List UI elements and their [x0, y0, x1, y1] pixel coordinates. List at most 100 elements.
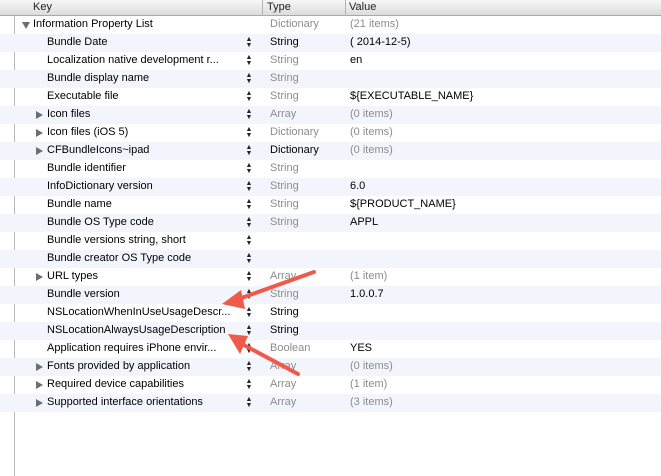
type-cell[interactable]: String	[270, 36, 299, 48]
disclosure-triangle-collapsed-icon[interactable]	[36, 381, 43, 389]
key-stepper-icon[interactable]: ▲ ▼	[245, 126, 253, 139]
key-cell[interactable]: CFBundleIcons~ipad	[47, 144, 149, 156]
table-row[interactable]: Bundle version ▲ ▼ String 1.0.0.7	[0, 286, 661, 304]
type-cell[interactable]: String	[270, 306, 299, 318]
type-cell[interactable]: Array	[270, 378, 296, 390]
table-row[interactable]: CFBundleIcons~ipad ▲ ▼ Dictionary (0 items)	[0, 142, 661, 160]
type-cell[interactable]: Boolean	[270, 342, 310, 354]
key-stepper-icon[interactable]: ▲ ▼	[245, 144, 253, 157]
key-stepper-icon[interactable]: ▲ ▼	[245, 162, 253, 175]
key-stepper-icon[interactable]: ▲ ▼	[245, 306, 253, 319]
key-stepper-icon[interactable]: ▲ ▼	[245, 216, 253, 229]
key-cell[interactable]: Bundle display name	[47, 72, 149, 84]
table-row[interactable]: Localization native development r... ▲ ▼ St…	[0, 52, 661, 70]
key-stepper-icon[interactable]: ▲ ▼	[245, 342, 253, 355]
table-row[interactable]: Bundle creator OS Type code ▲ ▼	[0, 250, 661, 268]
key-stepper-icon[interactable]: ▲ ▼	[245, 36, 253, 49]
key-stepper-icon[interactable]: ▲ ▼	[245, 396, 253, 409]
key-cell[interactable]: Bundle OS Type code	[47, 216, 154, 228]
column-divider[interactable]	[345, 0, 346, 16]
value-cell[interactable]: (0 items)	[350, 126, 393, 138]
table-row[interactable]: Fonts provided by application ▲ ▼ Array (0 i…	[0, 358, 661, 376]
key-cell[interactable]: Required device capabilities	[47, 378, 184, 390]
table-row[interactable]: InfoDictionary version ▲ ▼ String 6.0	[0, 178, 661, 196]
key-stepper-icon[interactable]: ▲ ▼	[245, 378, 253, 391]
table-row[interactable]: Icon files ▲ ▼ Array (0 items)	[0, 106, 661, 124]
table-row[interactable]: NSLocationWhenInUseUsageDescr... ▲ ▼ String	[0, 304, 661, 322]
key-cell[interactable]: Executable file	[47, 90, 119, 102]
key-cell[interactable]: Bundle versions string, short	[47, 234, 186, 246]
key-cell[interactable]: Localization native development r...	[47, 54, 219, 66]
type-cell[interactable]: Array	[270, 108, 296, 120]
value-cell[interactable]: en	[350, 54, 362, 66]
table-row[interactable]: URL types ▲ ▼ Array (1 item)	[0, 268, 661, 286]
key-cell[interactable]: Bundle creator OS Type code	[47, 252, 191, 264]
table-row[interactable]: Bundle Date ▲ ▼ String ( 2014-12-5)	[0, 34, 661, 52]
key-cell[interactable]: InfoDictionary version	[47, 180, 153, 192]
key-stepper-icon[interactable]: ▲ ▼	[245, 72, 253, 85]
type-cell[interactable]: Array	[270, 396, 296, 408]
key-stepper-icon[interactable]: ▲ ▼	[245, 324, 253, 337]
type-cell[interactable]: String	[270, 54, 299, 66]
table-row[interactable]: Executable file ▲ ▼ String ${EXECUTABLE_NAME…	[0, 88, 661, 106]
key-stepper-icon[interactable]: ▲ ▼	[245, 108, 253, 121]
key-cell[interactable]: Icon files (iOS 5)	[47, 126, 128, 138]
value-cell[interactable]: YES	[350, 342, 372, 354]
key-cell[interactable]: Application requires iPhone envir...	[47, 342, 216, 354]
table-row[interactable]: Bundle name ▲ ▼ String ${PRODUCT_NAME}	[0, 196, 661, 214]
table-row[interactable]: Bundle identifier ▲ ▼ String	[0, 160, 661, 178]
key-cell[interactable]: Information Property List	[33, 18, 153, 30]
value-cell[interactable]: (0 items)	[350, 108, 393, 120]
value-cell[interactable]: ${PRODUCT_NAME}	[350, 198, 456, 210]
key-cell[interactable]: Bundle identifier	[47, 162, 126, 174]
type-cell[interactable]: Dictionary	[270, 144, 319, 156]
type-cell[interactable]: String	[270, 72, 299, 84]
key-cell[interactable]: Bundle name	[47, 198, 112, 210]
value-cell[interactable]: ${EXECUTABLE_NAME}	[350, 90, 473, 102]
table-row[interactable]: NSLocationAlwaysUsageDescription ▲ ▼ String	[0, 322, 661, 340]
disclosure-triangle-collapsed-icon[interactable]	[36, 363, 43, 371]
key-stepper-icon[interactable]: ▲ ▼	[245, 234, 253, 247]
type-cell[interactable]: Dictionary	[270, 18, 319, 30]
type-cell[interactable]: String	[270, 162, 299, 174]
key-cell[interactable]: NSLocationAlwaysUsageDescription	[47, 324, 226, 336]
disclosure-triangle-collapsed-icon[interactable]	[36, 147, 43, 155]
key-cell[interactable]: Icon files	[47, 108, 90, 120]
type-cell[interactable]: Array	[270, 360, 296, 372]
value-cell[interactable]: (0 items)	[350, 360, 393, 372]
type-cell[interactable]: String	[270, 324, 299, 336]
table-row[interactable]: Application requires iPhone envir... ▲ ▼ Bo…	[0, 340, 661, 358]
key-stepper-icon[interactable]: ▲ ▼	[245, 270, 253, 283]
key-stepper-icon[interactable]: ▲ ▼	[245, 54, 253, 67]
value-cell[interactable]: (0 items)	[350, 144, 393, 156]
value-cell[interactable]: (1 item)	[350, 378, 387, 390]
key-cell[interactable]: Fonts provided by application	[47, 360, 190, 372]
table-row[interactable]: Information Property List Dictionary (21 i…	[0, 16, 661, 34]
value-cell[interactable]: APPL	[350, 216, 378, 228]
type-cell[interactable]: String	[270, 90, 299, 102]
table-row[interactable]: Bundle OS Type code ▲ ▼ String APPL	[0, 214, 661, 232]
key-cell[interactable]: Supported interface orientations	[47, 396, 203, 408]
value-cell[interactable]: 1.0.0.7	[350, 288, 384, 300]
disclosure-triangle-expanded-icon[interactable]	[22, 22, 30, 29]
key-stepper-icon[interactable]: ▲ ▼	[245, 288, 253, 301]
key-cell[interactable]: Bundle Date	[47, 36, 108, 48]
column-divider[interactable]	[262, 0, 263, 16]
table-row[interactable]: Supported interface orientations ▲ ▼ Array (…	[0, 394, 661, 412]
type-column-header[interactable]: Type	[267, 1, 291, 13]
key-column-header[interactable]: Key	[33, 1, 52, 13]
key-stepper-icon[interactable]: ▲ ▼	[245, 252, 253, 265]
value-cell[interactable]: ( 2014-12-5)	[350, 36, 411, 48]
table-row[interactable]: Icon files (iOS 5) ▲ ▼ Dictionary (0 items)	[0, 124, 661, 142]
key-stepper-icon[interactable]: ▲ ▼	[245, 180, 253, 193]
value-cell[interactable]: (21 items)	[350, 18, 399, 30]
value-cell[interactable]: (3 items)	[350, 396, 393, 408]
key-cell[interactable]: Bundle version	[47, 288, 120, 300]
disclosure-triangle-collapsed-icon[interactable]	[36, 273, 43, 281]
value-cell[interactable]: 6.0	[350, 180, 365, 192]
key-cell[interactable]: URL types	[47, 270, 98, 282]
disclosure-triangle-collapsed-icon[interactable]	[36, 399, 43, 407]
type-cell[interactable]: Dictionary	[270, 126, 319, 138]
table-row[interactable]: Bundle display name ▲ ▼ String	[0, 70, 661, 88]
type-cell[interactable]: Array	[270, 270, 296, 282]
